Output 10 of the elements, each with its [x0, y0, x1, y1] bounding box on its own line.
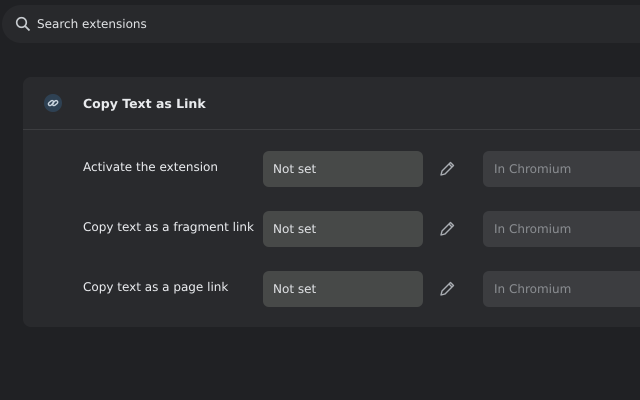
shortcut-field[interactable]: Not set [263, 271, 423, 307]
search-icon [15, 16, 31, 32]
shortcut-label: Activate the extension [83, 159, 219, 174]
shortcut-label: Copy text as a fragment link [83, 219, 255, 234]
extension-name: Copy Text as Link [83, 96, 206, 110]
shortcut-field[interactable]: Not set [263, 211, 423, 247]
shortcut-label: Copy text as a page link [83, 279, 230, 294]
search-field[interactable]: Search extensions [2, 5, 640, 43]
link-icon [44, 94, 62, 112]
shortcut-field[interactable]: Not set [263, 151, 423, 187]
